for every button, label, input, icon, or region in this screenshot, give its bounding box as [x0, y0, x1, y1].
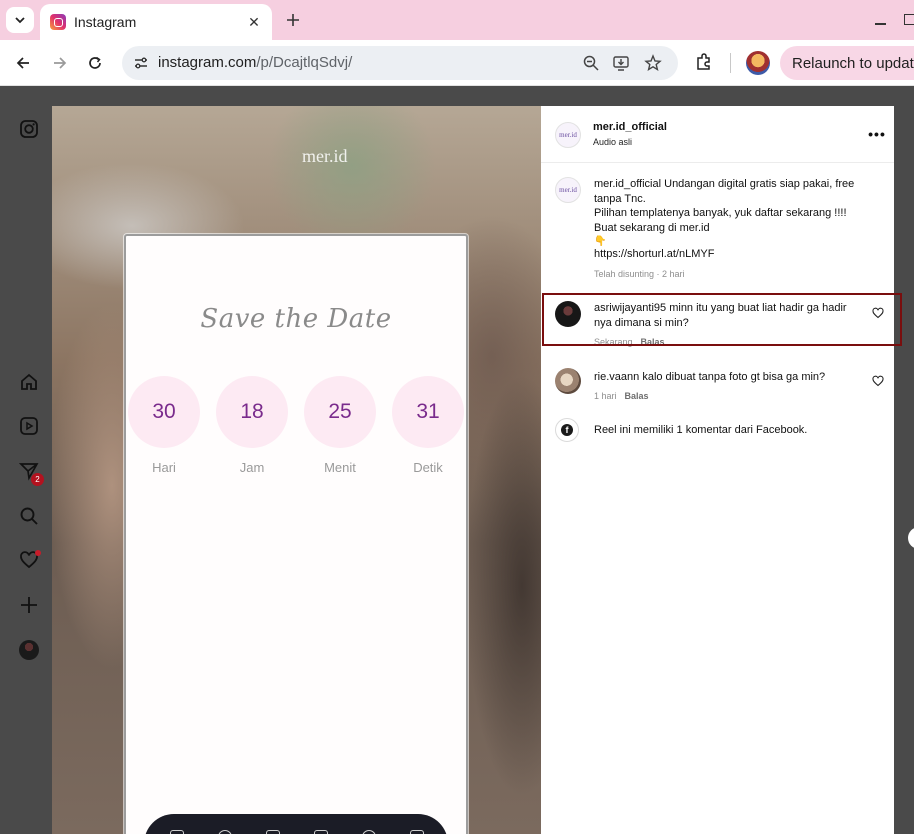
nav-chat-icon [362, 830, 376, 834]
forward-button[interactable] [48, 51, 72, 75]
nav-location-icon [314, 830, 328, 834]
star-icon[interactable] [644, 54, 662, 72]
tab-search-button[interactable] [6, 7, 34, 33]
media-brand-text: mer.id [302, 146, 348, 166]
nav-home-icon [170, 830, 184, 834]
caption-line-3: Buat sekarang di mer.id [594, 221, 710, 234]
reels-icon[interactable] [17, 414, 41, 438]
countdown-days-value: 30 [128, 376, 200, 448]
relaunch-button[interactable]: Relaunch to update [780, 46, 914, 80]
reload-button[interactable] [83, 51, 107, 75]
caption-avatar-text: mer.id [559, 186, 577, 194]
tab-instagram[interactable]: Instagram ✕ [40, 4, 272, 40]
browser-toolbar: instagram.com/p/DcajtlqSdvj/ Relaunch to… [0, 40, 914, 86]
countdown-days-label: Hari [152, 460, 176, 475]
url-path: /p/DcajtlqSdvj/ [256, 54, 353, 71]
close-icon[interactable]: ✕ [246, 14, 262, 30]
countdown-hours-label: Jam [239, 460, 265, 475]
facebook-comments-note[interactable]: Reel ini memiliki 1 komentar dari Facebo… [594, 424, 807, 436]
comment-username[interactable]: rie.vaann [594, 371, 639, 383]
minimize-button[interactable] [872, 10, 888, 28]
caption-line-2: Pilihan templatenya banyak, yuk daftar s… [594, 207, 847, 219]
back-button[interactable] [11, 51, 35, 75]
countdown-minutes-value: 25 [304, 376, 376, 448]
home-icon[interactable] [17, 370, 41, 394]
profile-avatar-rail[interactable] [19, 640, 39, 660]
tab-title: Instagram [74, 14, 137, 30]
caption-meta: Telah disunting · 2 hari [594, 269, 685, 279]
messages-badge: 2 [31, 473, 44, 486]
next-post-button[interactable] [908, 527, 914, 549]
toolbar-divider [730, 53, 731, 73]
phone-mockup: Save the Date 30 18 25 31 Hari Jam Menit… [124, 234, 468, 834]
zoom-icon[interactable] [582, 54, 600, 72]
url-text: instagram.com/p/DcajtlqSdvj/ [158, 54, 352, 71]
post-header: mer.id mer.id_official Audio asli ••• [541, 106, 894, 163]
search-icon[interactable] [17, 504, 41, 528]
extensions-icon[interactable] [694, 52, 714, 72]
install-app-icon[interactable] [612, 54, 630, 72]
facebook-icon: f [555, 418, 579, 442]
reply-button[interactable]: Balas [625, 391, 649, 401]
nav-gift-icon [410, 830, 424, 834]
comment-meta: 1 hari Balas [594, 391, 649, 401]
caption-avatar[interactable]: mer.id [555, 177, 581, 203]
post-caption: mer.id_official Undangan digital gratis … [594, 177, 874, 262]
like-comment-heart-icon[interactable] [872, 375, 884, 387]
reel-media[interactable]: mer.id Save the Date 30 18 25 31 Hari Ja… [52, 106, 541, 834]
countdown-seconds-value: 31 [392, 376, 464, 448]
comment-time: 1 hari [594, 391, 617, 401]
notification-dot [35, 550, 41, 556]
tab-strip: Instagram ✕ [0, 0, 914, 40]
maximize-button[interactable] [904, 14, 914, 25]
pointing-down-icon: 👇 [594, 236, 607, 247]
author-avatar[interactable]: mer.id [555, 122, 581, 148]
author-username[interactable]: mer.id_official [593, 121, 667, 133]
countdown-seconds-label: Detik [413, 460, 443, 475]
nav-heart-icon [218, 830, 232, 834]
more-options-icon[interactable]: ••• [867, 124, 887, 144]
countdown-minutes-label: Menit [324, 460, 356, 475]
plus-icon [287, 14, 299, 26]
reload-icon [89, 56, 101, 69]
post-panel: mer.id mer.id_official Audio asli ••• me… [541, 106, 894, 834]
comment-highlight-box [542, 293, 902, 346]
instagram-nav-rail: 2 [0, 87, 52, 834]
comment-text: rie.vaann kalo dibuat tanpa foto gt bisa… [594, 370, 862, 385]
instagram-favicon-icon [50, 14, 66, 30]
create-plus-icon[interactable] [17, 593, 41, 617]
address-bar[interactable]: instagram.com/p/DcajtlqSdvj/ [122, 46, 678, 80]
url-host: instagram.com [158, 54, 257, 71]
comment-avatar[interactable] [555, 368, 581, 394]
nav-calendar-icon [266, 830, 280, 834]
site-info-icon[interactable] [132, 54, 150, 72]
arrow-left-icon [16, 57, 29, 69]
caption-link[interactable]: https://shorturl.at/nLMYF [594, 248, 714, 260]
chevron-down-icon [15, 17, 25, 24]
caption-username[interactable]: mer.id_official [594, 178, 661, 190]
comment-body: kalo dibuat tanpa foto gt bisa ga min? [639, 371, 826, 383]
save-the-date-heading: Save the Date [200, 304, 392, 334]
avatar-text: mer.id [559, 131, 577, 139]
profile-avatar[interactable] [746, 51, 770, 75]
phone-bottom-nav [144, 814, 448, 834]
new-tab-button[interactable] [282, 9, 304, 31]
countdown-hours-value: 18 [216, 376, 288, 448]
arrow-right-icon [54, 57, 67, 69]
instagram-logo-icon[interactable] [17, 117, 41, 141]
audio-label[interactable]: Audio asli [593, 137, 632, 147]
